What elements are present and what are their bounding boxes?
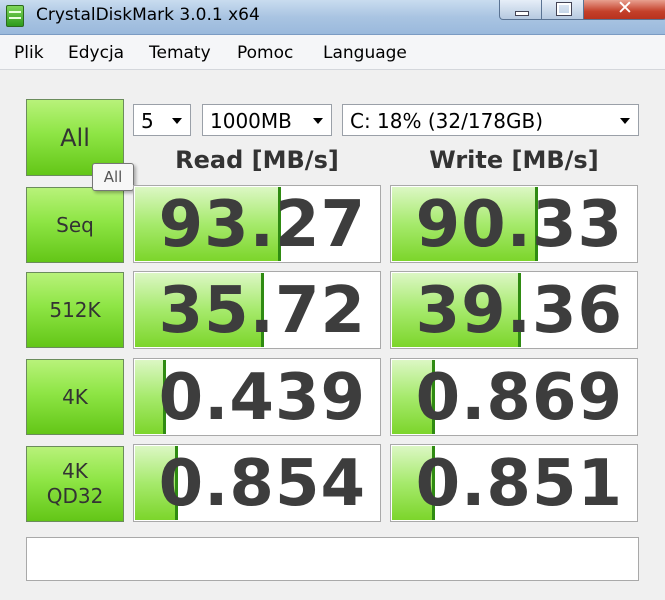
4k-read-result: 0.439 [133, 358, 381, 436]
menu-language[interactable]: Language [323, 43, 407, 63]
chevron-down-icon [172, 118, 182, 124]
seq-button-label: Seq [56, 212, 94, 237]
chevron-down-icon [313, 118, 323, 124]
status-box [26, 537, 639, 581]
512k-button-label: 512K [49, 297, 101, 322]
drive-value: C: 18% (32/178GB) [350, 109, 544, 133]
result-value: 90.33 [415, 188, 623, 262]
result-value: 35.72 [158, 274, 366, 348]
menu-pomoc[interactable]: Pomoc [237, 43, 293, 63]
512k-write-result: 39.36 [390, 271, 638, 349]
4k-qd32-write-result: 0.851 [390, 444, 638, 522]
all-button-label: All [60, 123, 90, 152]
512k-button[interactable]: 512K [26, 272, 124, 348]
menu-edycja[interactable]: Edycja [68, 43, 124, 63]
seq-read-result: 93.27 [133, 185, 381, 263]
maximize-button[interactable] [541, 0, 585, 20]
write-header: Write [MB/s] [429, 146, 599, 174]
all-tooltip: All [92, 163, 134, 191]
result-value: 0.869 [415, 361, 623, 435]
window-title: CrystalDiskMark 3.0.1 x64 [36, 5, 260, 25]
maximize-icon [556, 2, 572, 16]
title-bar: CrystalDiskMark 3.0.1 x64 ✕ [0, 0, 665, 35]
menu-bar: Plik Edycja Tematy Pomoc Language [0, 35, 665, 70]
drive-select[interactable]: C: 18% (32/178GB) [342, 104, 639, 136]
seq-write-result: 90.33 [390, 185, 638, 263]
close-icon: ✕ [617, 0, 633, 19]
menu-tematy[interactable]: Tematy [149, 43, 211, 63]
result-value: 0.439 [158, 361, 366, 435]
result-value: 0.854 [158, 447, 366, 521]
test-size-select[interactable]: 1000MB [202, 104, 332, 136]
test-count-select[interactable]: 5 [133, 104, 191, 136]
4k-button-label: 4K [62, 384, 88, 409]
app-icon [6, 5, 24, 27]
4k-qd32-label-line2: QD32 [46, 484, 104, 508]
test-size-value: 1000MB [210, 109, 292, 133]
result-value: 93.27 [158, 188, 366, 262]
minimize-button[interactable] [499, 0, 543, 20]
read-header: Read [MB/s] [175, 146, 339, 174]
4k-button[interactable]: 4K [26, 359, 124, 435]
menu-plik[interactable]: Plik [14, 43, 44, 63]
4k-qd32-label-line1: 4K [62, 459, 88, 483]
minimize-icon [515, 11, 529, 16]
4k-qd32-read-result: 0.854 [133, 444, 381, 522]
test-count-value: 5 [141, 109, 154, 133]
512k-read-result: 35.72 [133, 271, 381, 349]
seq-button[interactable]: Seq [26, 187, 124, 263]
4k-qd32-button[interactable]: 4K QD32 [26, 446, 124, 522]
result-value: 39.36 [415, 274, 623, 348]
close-button[interactable]: ✕ [583, 0, 665, 20]
result-value: 0.851 [415, 447, 623, 521]
chevron-down-icon [620, 118, 630, 124]
4k-write-result: 0.869 [390, 358, 638, 436]
